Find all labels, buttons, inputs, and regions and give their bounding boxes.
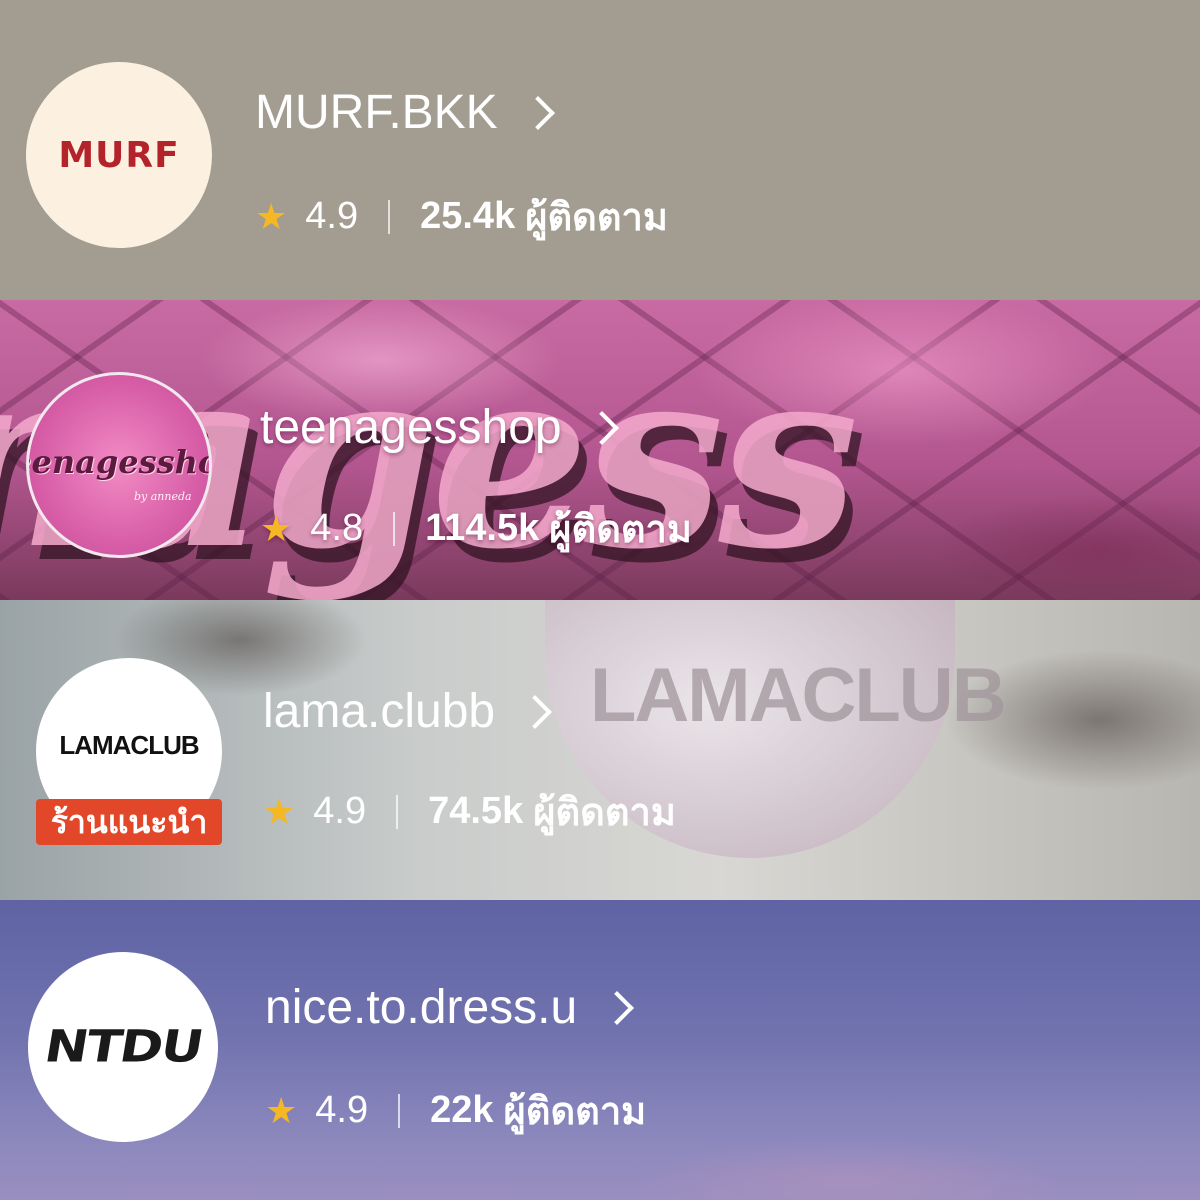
shop-logo: NTDU	[40, 1021, 206, 1073]
shop-logo-subtext: by anneda	[134, 490, 192, 503]
chevron-right-icon	[600, 990, 635, 1025]
chevron-right-icon	[520, 95, 555, 130]
star-icon: ★	[265, 1089, 298, 1131]
shop-logo: MURF	[58, 134, 180, 176]
shop-name: teenagesshop	[260, 401, 562, 454]
shop-stats: ★ 4.8 114.5k ผู้ติดตาม	[260, 498, 692, 559]
shop-stats: ★ 4.9 25.4k ผู้ติดตาม	[255, 186, 668, 247]
shop-rating: 4.9	[315, 1089, 369, 1131]
shop-stats: ★ 4.9 22k ผู้ติดตาม	[265, 1080, 646, 1141]
shop-name-link[interactable]: lama.clubb	[263, 684, 553, 739]
shop-card-lamaclub[interactable]: LAMACLUB LAMACLUB ร้านแนะนำ lama.clubb ★…	[0, 600, 1200, 900]
shop-rating: 4.9	[305, 195, 359, 237]
shop-card-nicetodressu[interactable]: NTDU nice.to.dress.u ★ 4.9 22k ผู้ติดตาม	[0, 900, 1200, 1200]
recommended-shop-badge: ร้านแนะนำ	[36, 799, 222, 845]
shop-card-teenagesshop[interactable]: nagess teenagesshop by anneda teenagessh…	[0, 300, 1200, 600]
follower-count: 74.5k	[428, 790, 524, 832]
divider	[393, 511, 396, 546]
shop-name: MURF.BKK	[255, 86, 498, 139]
chevron-right-icon	[518, 694, 553, 729]
shop-avatar[interactable]: teenagesshop by anneda	[26, 372, 212, 558]
follower-label: ผู้ติดตาม	[533, 792, 676, 834]
star-icon: ★	[263, 790, 296, 832]
star-icon: ★	[255, 195, 288, 237]
shop-logo: LAMACLUB	[59, 729, 199, 760]
shop-rating: 4.8	[310, 507, 364, 549]
shop-avatar[interactable]: NTDU	[28, 952, 218, 1142]
follower-label: ผู้ติดตาม	[549, 509, 692, 551]
shop-name-link[interactable]: MURF.BKK	[255, 85, 555, 140]
shop-logo: teenagesshop	[29, 443, 209, 481]
shop-name: nice.to.dress.u	[265, 981, 578, 1034]
follower-count: 114.5k	[425, 507, 540, 549]
divider	[388, 199, 391, 234]
follower-count: 25.4k	[420, 195, 516, 237]
follower-label: ผู้ติดตาม	[525, 197, 668, 239]
banner-lettering: LAMACLUB	[590, 653, 1007, 738]
follower-count: 22k	[430, 1089, 494, 1131]
shop-stats: ★ 4.9 74.5k ผู้ติดตาม	[263, 781, 676, 842]
shop-name-link[interactable]: teenagesshop	[260, 400, 619, 455]
shop-rating: 4.9	[313, 790, 367, 832]
star-icon: ★	[260, 507, 293, 549]
chevron-right-icon	[584, 410, 619, 445]
shop-avatar[interactable]: MURF	[26, 62, 212, 248]
follower-label: ผู้ติดตาม	[503, 1091, 647, 1133]
shop-name: lama.clubb	[263, 685, 496, 738]
divider	[398, 1093, 401, 1128]
shop-card-murf[interactable]: MURF MURF.BKK ★ 4.9 25.4k ผู้ติดตาม	[0, 0, 1200, 300]
divider	[396, 794, 399, 829]
shop-name-link[interactable]: nice.to.dress.u	[265, 980, 635, 1035]
